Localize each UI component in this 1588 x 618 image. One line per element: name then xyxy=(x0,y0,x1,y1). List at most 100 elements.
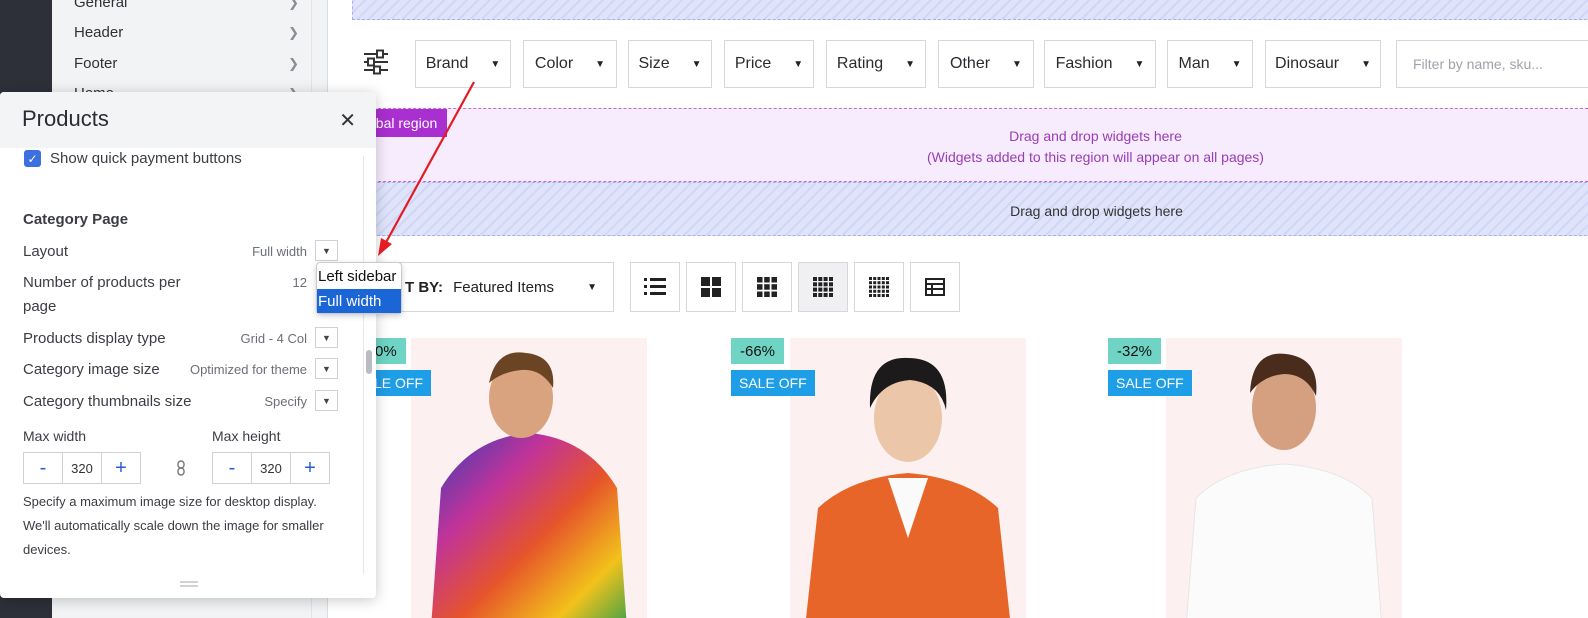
sale-badge: SALE OFF xyxy=(731,370,815,396)
filter-label: Brand xyxy=(425,55,469,72)
max-width-input[interactable]: 320 xyxy=(62,453,102,483)
caret-down-icon: ▼ xyxy=(322,363,331,374)
dropdown-option-full-width[interactable]: Full width xyxy=(317,289,401,313)
grid-4-icon xyxy=(813,277,833,297)
global-region-line1: Drag and drop widgets here xyxy=(1009,128,1182,144)
table-view-icon xyxy=(925,278,945,296)
filter-label: Fashion xyxy=(1055,55,1113,72)
layout-select-button[interactable]: ▼ xyxy=(315,240,338,261)
resize-grip-icon[interactable] xyxy=(180,581,198,587)
max-width-label: Max width xyxy=(23,428,87,444)
filter-label: Price xyxy=(734,55,772,72)
decrement-button[interactable]: - xyxy=(24,453,62,483)
filter-dinosaur-button[interactable]: Dinosaur ▼ xyxy=(1265,40,1381,88)
scrollbar-track xyxy=(363,156,364,574)
caret-down-icon: ▼ xyxy=(691,58,702,70)
sidebar-item-label: Header xyxy=(74,24,124,41)
view-grid-5-button[interactable] xyxy=(854,262,904,312)
list-view-icon xyxy=(644,278,666,295)
filter-color-button[interactable]: Color ▼ xyxy=(523,40,617,88)
thumb-size-select-button[interactable]: ▼ xyxy=(315,390,338,411)
per-page-value[interactable]: 12 xyxy=(250,275,307,290)
scrollbar-thumb[interactable] xyxy=(366,350,372,374)
view-grid-2-button[interactable] xyxy=(686,262,736,312)
page-canvas: Brand ▼ Color ▼ Size ▼ Price ▼ Rating ▼ Other… xyxy=(328,0,1588,618)
increment-button[interactable]: + xyxy=(102,453,140,483)
drop-zone-text: Drag and drop widgets here xyxy=(1010,203,1183,219)
max-width-stepper: - 320 + xyxy=(23,452,141,484)
view-grid-4-button[interactable] xyxy=(798,262,848,312)
global-region-text: Drag and drop widgets here (Widgets adde… xyxy=(328,126,1588,168)
hoodie-model-image xyxy=(431,352,627,618)
filter-search-input[interactable]: Filter by name, sku... xyxy=(1396,40,1588,88)
display-type-select-button[interactable]: ▼ xyxy=(315,327,338,348)
per-page-label: Number of products per xyxy=(23,274,181,291)
filter-price-button[interactable]: Price ▼ xyxy=(724,40,814,88)
thumb-size-label: Category thumbnails size xyxy=(23,393,192,410)
caret-down-icon: ▼ xyxy=(1012,58,1022,70)
grid-5-icon xyxy=(869,277,889,297)
quick-payment-checkbox[interactable]: ✓ xyxy=(24,150,41,167)
global-region-line2: (Widgets added to this region will appea… xyxy=(927,149,1264,165)
grid-2-icon xyxy=(701,277,721,297)
products-settings-panel: Products ✕ ✓ Show quick payment buttons … xyxy=(0,92,376,598)
caret-down-icon: ▼ xyxy=(490,58,501,70)
caret-down-icon: ▼ xyxy=(1361,58,1371,70)
checkbox-label: Show quick payment buttons xyxy=(50,150,242,167)
global-region-drop-zone[interactable]: obal region Drag and drop widgets here (… xyxy=(328,108,1588,182)
layout-dropdown: Left sidebar Full width xyxy=(316,262,402,314)
filter-other-button[interactable]: Other ▼ xyxy=(938,40,1034,88)
view-table-button[interactable] xyxy=(910,262,960,312)
max-height-input[interactable]: 320 xyxy=(251,453,291,483)
sidebar-item-general[interactable]: General ❯ xyxy=(74,0,299,11)
product-card[interactable] xyxy=(790,338,1026,618)
caret-down-icon: ▼ xyxy=(1134,58,1145,70)
product-card[interactable] xyxy=(1166,338,1402,618)
filter-size-button[interactable]: Size ▼ xyxy=(628,40,712,88)
view-grid-3-button[interactable] xyxy=(742,262,792,312)
sale-badge: SALE OFF xyxy=(1108,370,1192,396)
discount-badge: -66% xyxy=(731,338,785,364)
filter-label: Color xyxy=(534,55,574,72)
max-height-stepper: - 320 + xyxy=(212,452,330,484)
grid-3-icon xyxy=(757,277,777,297)
widget-drop-zone-top[interactable] xyxy=(352,0,1588,20)
filter-brand-button[interactable]: Brand ▼ xyxy=(415,40,511,88)
caret-down-icon: ▼ xyxy=(322,395,331,406)
dropdown-option-left-sidebar[interactable]: Left sidebar xyxy=(317,264,401,288)
decrement-button[interactable]: - xyxy=(213,453,251,483)
filter-fashion-button[interactable]: Fashion ▼ xyxy=(1044,40,1156,88)
layout-label: Layout xyxy=(23,243,69,260)
link-icon[interactable] xyxy=(175,460,187,476)
sidebar-item-footer[interactable]: Footer ❯ xyxy=(74,55,299,72)
caret-down-icon: ▼ xyxy=(905,58,916,70)
caret-down-icon: ▼ xyxy=(322,245,331,256)
caret-down-icon: ▼ xyxy=(322,332,331,343)
image-size-select-button[interactable]: ▼ xyxy=(315,358,338,379)
filter-sliders-icon[interactable] xyxy=(362,48,390,76)
filter-label: Other xyxy=(950,55,991,72)
filter-man-button[interactable]: Man ▼ xyxy=(1167,40,1253,88)
filter-label: Dinosaur xyxy=(1275,55,1340,72)
product-card[interactable] xyxy=(411,338,647,618)
filter-bar: Brand ▼ Color ▼ Size ▼ Price ▼ Rating ▼ Other… xyxy=(352,38,1588,90)
caret-down-icon: ▼ xyxy=(595,58,606,70)
chevron-right-icon: ❯ xyxy=(288,55,299,71)
image-size-value: Optimized for theme xyxy=(189,362,307,377)
caret-down-icon: ▼ xyxy=(1231,58,1242,70)
close-icon[interactable]: ✕ xyxy=(339,108,356,133)
tshirt-model-image xyxy=(1186,353,1382,618)
chevron-right-icon: ❯ xyxy=(288,0,299,10)
sidebar-item-label: General xyxy=(74,0,128,11)
increment-button[interactable]: + xyxy=(291,453,329,483)
chevron-right-icon: ❯ xyxy=(288,24,299,40)
sort-by-select[interactable]: T BY: Featured Items ▼ xyxy=(368,262,614,312)
widget-drop-zone[interactable]: Drag and drop widgets here xyxy=(352,182,1588,236)
image-size-label: Category image size xyxy=(23,361,160,378)
filter-rating-button[interactable]: Rating ▼ xyxy=(826,40,926,88)
sidebar-item-header[interactable]: Header ❯ xyxy=(74,24,299,41)
panel-header: Products ✕ xyxy=(0,92,376,148)
layout-value: Full width xyxy=(252,244,307,259)
view-list-button[interactable] xyxy=(630,262,680,312)
sort-label: T BY: xyxy=(405,278,444,296)
